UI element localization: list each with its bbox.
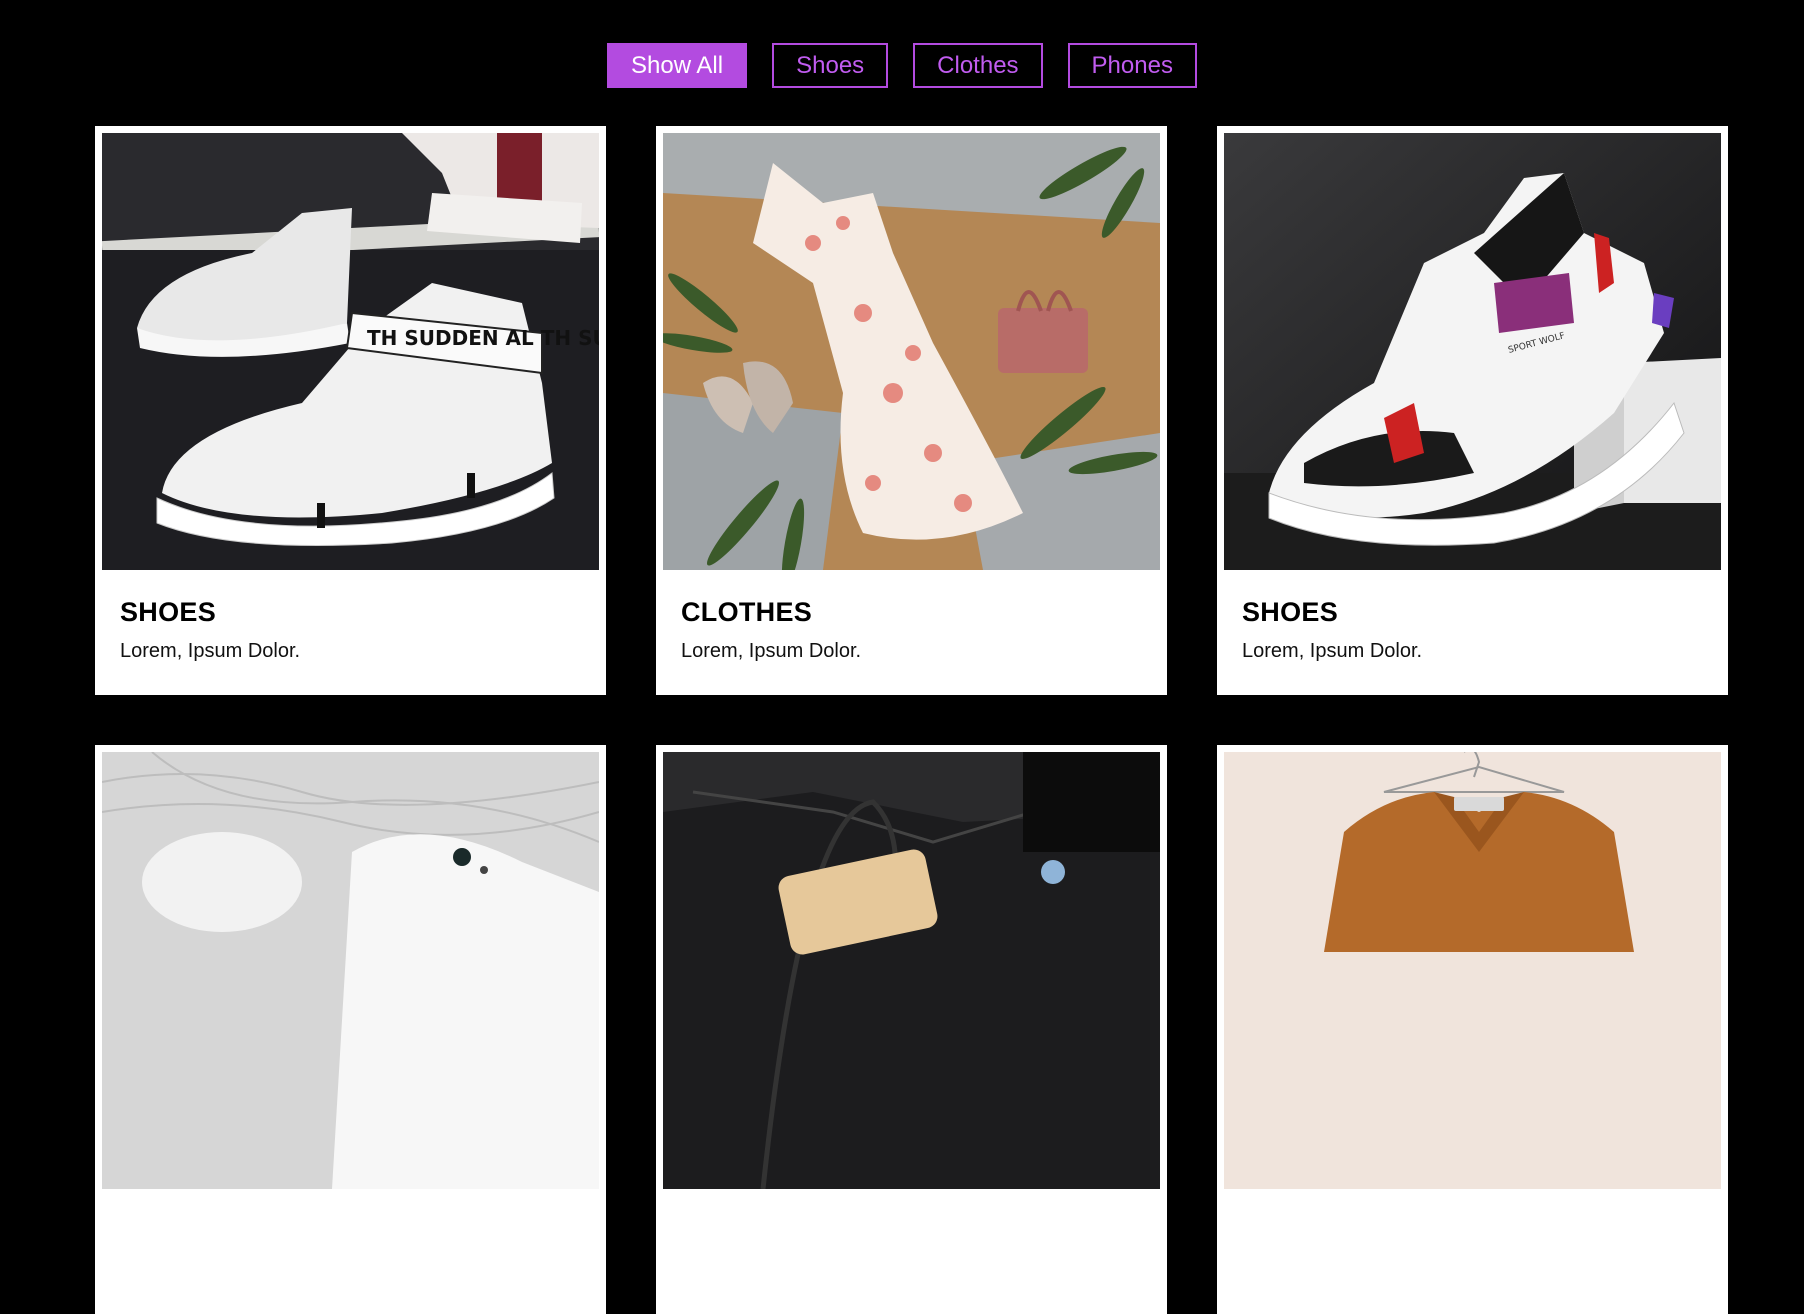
white-high-top-sneaker-image: TH SUDDEN AL TH SU xyxy=(102,133,599,570)
filter-shoes-button[interactable]: Shoes xyxy=(772,43,889,88)
product-card-clothes[interactable]: CLOTHES Lorem, Ipsum Dolor. xyxy=(656,126,1167,695)
product-card-shirt[interactable] xyxy=(1217,745,1728,1314)
floral-dress-flatlay-image xyxy=(663,133,1160,570)
product-card-shoes-2[interactable]: SPORT WOLF SHOES Lorem, Ipsum Dolor. xyxy=(1217,126,1728,695)
product-card-bag[interactable] xyxy=(656,745,1167,1314)
svg-text:TH SUDDEN AL TH SU: TH SUDDEN AL TH SU xyxy=(367,326,599,350)
filter-bar: Show All Shoes Clothes Phones xyxy=(0,43,1804,88)
white-phone-earbuds-image xyxy=(102,752,599,1189)
card-title: SHOES xyxy=(120,597,217,627)
product-card-shoes-1[interactable]: TH SUDDEN AL TH SU SHOES Lorem, Ipsum Do… xyxy=(95,126,606,695)
filter-clothes-button[interactable]: Clothes xyxy=(913,43,1043,88)
card-description: Lorem, Ipsum Dolor. xyxy=(120,640,301,662)
card-title: CLOTHES xyxy=(681,597,813,627)
brown-corduroy-shirt-image xyxy=(1224,752,1721,1189)
filter-show-all-button[interactable]: Show All xyxy=(607,43,748,88)
black-leather-bag-image xyxy=(663,752,1160,1189)
card-description: Lorem, Ipsum Dolor. xyxy=(681,640,862,662)
product-card-phones[interactable] xyxy=(95,745,606,1314)
filter-phones-button[interactable]: Phones xyxy=(1067,43,1197,88)
card-description: Lorem, Ipsum Dolor. xyxy=(1242,640,1423,662)
sport-sneaker-image: SPORT WOLF xyxy=(1224,133,1721,570)
card-title: SHOES xyxy=(1242,597,1339,627)
